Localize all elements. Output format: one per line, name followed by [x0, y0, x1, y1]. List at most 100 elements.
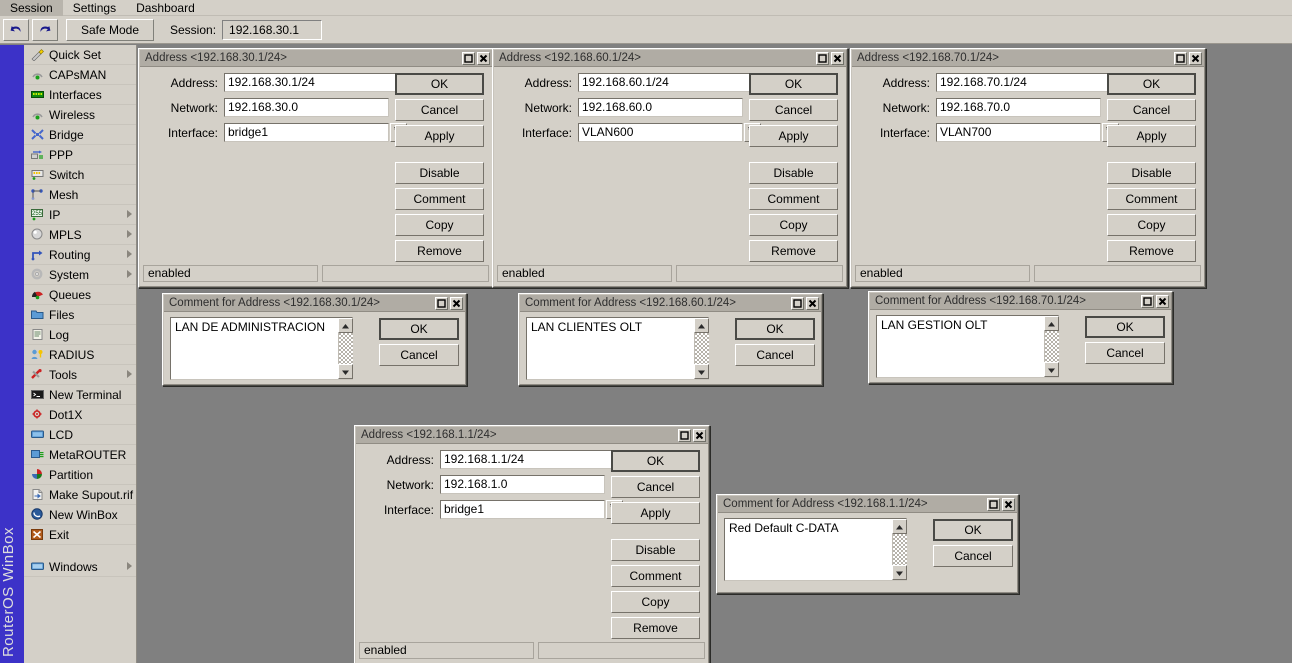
address-input[interactable]: 192.168.1.1/24 — [440, 450, 624, 469]
menu-item-dashboard[interactable]: Dashboard — [126, 0, 205, 16]
cancel-button[interactable]: Cancel — [749, 99, 838, 121]
sidebar-item-mpls[interactable]: MPLS — [24, 225, 136, 245]
maximize-button[interactable] — [987, 498, 1000, 511]
menu-item-session[interactable]: Session — [0, 0, 63, 16]
close-button[interactable] — [477, 52, 490, 65]
cancel-button[interactable]: Cancel — [379, 344, 459, 366]
sidebar-item-new-terminal[interactable]: New Terminal — [24, 385, 136, 405]
title-bar[interactable]: Comment for Address <192.168.1.1/24> — [718, 496, 1017, 513]
comment-button[interactable]: Comment — [395, 188, 484, 210]
address-input[interactable]: 192.168.60.1/24 — [578, 73, 762, 92]
sidebar-item-make-supout-rif[interactable]: Make Supout.rif — [24, 485, 136, 505]
comment-textarea[interactable]: LAN DE ADMINISTRACION — [170, 317, 353, 380]
address-dialog-192-168-30-1[interactable]: Address <192.168.30.1/24> — [138, 48, 494, 288]
comment-scrollbar[interactable] — [694, 318, 709, 379]
address-dialog-192-168-70-1[interactable]: Address <192.168.70.1/24> — [850, 48, 1206, 288]
copy-button[interactable]: Copy — [1107, 214, 1196, 236]
scroll-down-button[interactable] — [694, 364, 709, 379]
maximize-button[interactable] — [435, 297, 448, 310]
disable-button[interactable]: Disable — [749, 162, 838, 184]
maximize-button[interactable] — [1141, 295, 1154, 308]
comment-dialog-192-168-1-1[interactable]: Comment for Address <192.168.1.1/24> — [716, 494, 1019, 594]
cancel-button[interactable]: Cancel — [611, 476, 700, 498]
sidebar-item-exit[interactable]: Exit — [24, 525, 136, 545]
sidebar-item-wireless[interactable]: Wireless — [24, 105, 136, 125]
comment-button[interactable]: Comment — [611, 565, 700, 587]
title-bar[interactable]: Comment for Address <192.168.70.1/24> — [870, 293, 1171, 310]
comment-textarea[interactable]: LAN CLIENTES OLT — [526, 317, 709, 380]
sidebar-item-files[interactable]: Files — [24, 305, 136, 325]
ok-button[interactable]: OK — [379, 318, 459, 340]
sidebar-item-queues[interactable]: Queues — [24, 285, 136, 305]
sidebar-item-dot1x[interactable]: Dot1X — [24, 405, 136, 425]
close-button[interactable] — [806, 297, 819, 310]
comment-dialog-192-168-70-1[interactable]: Comment for Address <192.168.70.1/24> — [868, 291, 1173, 384]
ok-button[interactable]: OK — [395, 73, 484, 95]
cancel-button[interactable]: Cancel — [1107, 99, 1196, 121]
sidebar-item-interfaces[interactable]: Interfaces — [24, 85, 136, 105]
network-input[interactable]: 192.168.60.0 — [578, 98, 743, 117]
scroll-down-button[interactable] — [892, 565, 907, 580]
address-dialog-192-168-1-1[interactable]: Address <192.168.1.1/24> — [354, 425, 710, 663]
title-bar[interactable]: Address <192.168.1.1/24> — [356, 427, 708, 444]
disable-button[interactable]: Disable — [611, 539, 700, 561]
comment-scrollbar[interactable] — [338, 318, 353, 379]
scrollbar-track[interactable] — [338, 333, 353, 364]
sidebar-item-mesh[interactable]: Mesh — [24, 185, 136, 205]
comment-button[interactable]: Comment — [749, 188, 838, 210]
scroll-up-button[interactable] — [1044, 316, 1059, 331]
cancel-button[interactable]: Cancel — [1085, 342, 1165, 364]
scrollbar-track[interactable] — [1044, 331, 1059, 362]
scroll-up-button[interactable] — [338, 318, 353, 333]
ok-button[interactable]: OK — [1085, 316, 1165, 338]
sidebar-item-log[interactable]: Log — [24, 325, 136, 345]
close-button[interactable] — [831, 52, 844, 65]
sidebar-item-ppp[interactable]: PPP — [24, 145, 136, 165]
cancel-button[interactable]: Cancel — [933, 545, 1013, 567]
disable-button[interactable]: Disable — [1107, 162, 1196, 184]
comment-scrollbar[interactable] — [1044, 316, 1059, 377]
apply-button[interactable]: Apply — [611, 502, 700, 524]
interface-input[interactable]: bridge1 — [440, 500, 605, 519]
comment-dialog-192-168-30-1[interactable]: Comment for Address <192.168.30.1/24> — [162, 293, 467, 386]
sidebar-item-capsman[interactable]: CAPsMAN — [24, 65, 136, 85]
apply-button[interactable]: Apply — [749, 125, 838, 147]
ok-button[interactable]: OK — [735, 318, 815, 340]
ok-button[interactable]: OK — [611, 450, 700, 472]
close-button[interactable] — [1156, 295, 1169, 308]
scroll-down-button[interactable] — [1044, 362, 1059, 377]
sidebar-item-lcd[interactable]: LCD — [24, 425, 136, 445]
sidebar-item-ip[interactable]: 255 IP — [24, 205, 136, 225]
apply-button[interactable]: Apply — [1107, 125, 1196, 147]
title-bar[interactable]: Address <192.168.30.1/24> — [140, 50, 492, 67]
close-button[interactable] — [450, 297, 463, 310]
comment-scrollbar[interactable] — [892, 519, 907, 580]
ok-button[interactable]: OK — [749, 73, 838, 95]
sidebar-item-radius[interactable]: RADIUS — [24, 345, 136, 365]
remove-button[interactable]: Remove — [749, 240, 838, 262]
interface-input[interactable]: bridge1 — [224, 123, 389, 142]
copy-button[interactable]: Copy — [749, 214, 838, 236]
copy-button[interactable]: Copy — [611, 591, 700, 613]
cancel-button[interactable]: Cancel — [735, 344, 815, 366]
network-input[interactable]: 192.168.1.0 — [440, 475, 605, 494]
sidebar-item-windows[interactable]: Windows — [24, 557, 136, 577]
scrollbar-track[interactable] — [892, 534, 907, 565]
safe-mode-button[interactable]: Safe Mode — [66, 19, 154, 41]
maximize-button[interactable] — [1174, 52, 1187, 65]
maximize-button[interactable] — [816, 52, 829, 65]
close-button[interactable] — [1002, 498, 1015, 511]
scroll-up-button[interactable] — [892, 519, 907, 534]
comment-textarea[interactable]: LAN GESTION OLT — [876, 315, 1059, 378]
remove-button[interactable]: Remove — [611, 617, 700, 639]
sidebar-item-switch[interactable]: Switch — [24, 165, 136, 185]
comment-button[interactable]: Comment — [1107, 188, 1196, 210]
menu-item-settings[interactable]: Settings — [63, 0, 126, 16]
maximize-button[interactable] — [678, 429, 691, 442]
undo-button[interactable] — [3, 19, 29, 41]
title-bar[interactable]: Comment for Address <192.168.30.1/24> — [164, 295, 465, 312]
maximize-button[interactable] — [791, 297, 804, 310]
sidebar-item-metarouter[interactable]: MetaROUTER — [24, 445, 136, 465]
close-button[interactable] — [1189, 52, 1202, 65]
maximize-button[interactable] — [462, 52, 475, 65]
